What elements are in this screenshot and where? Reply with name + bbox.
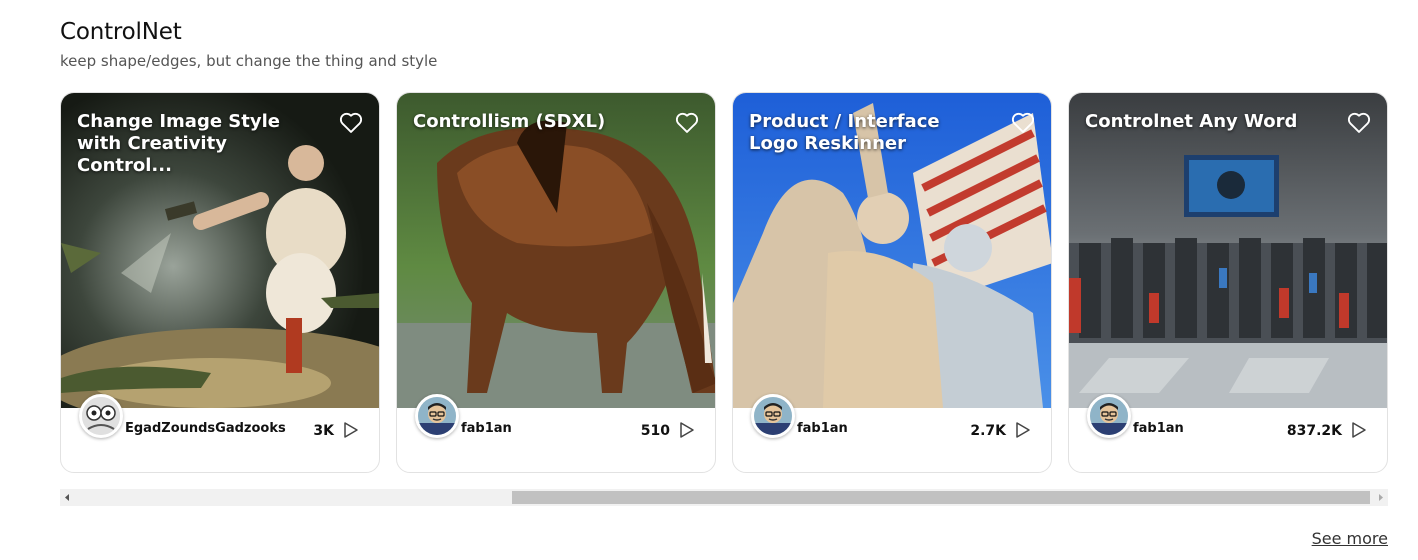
play-icon[interactable] [1351,421,1367,439]
scroll-right-arrow-icon[interactable] [1374,489,1388,506]
card-title: Controllism (SDXL) [413,111,606,132]
card-title: Change Image Style with Creativity Contr… [77,111,280,176]
play-icon[interactable] [679,421,695,439]
section-subtitle: keep shape/edges, but change the thing a… [60,52,438,70]
play-icon[interactable] [1015,421,1031,439]
author-name[interactable]: fab1an [797,421,848,436]
section-title: ControlNet [60,19,182,45]
avatar[interactable] [79,394,123,438]
heart-icon[interactable] [673,108,701,136]
avatar[interactable] [415,394,459,438]
card-thumbnail[interactable] [1069,93,1387,408]
card-title: Product / Interface Logo Reskinner [749,111,940,154]
avatar[interactable] [751,394,795,438]
scroll-left-arrow-icon[interactable] [60,489,74,506]
workflow-card[interactable]: Product / Interface Logo Reskinner fab1a… [732,92,1052,473]
run-count: 2.7K [970,423,1006,439]
author-name[interactable]: EgadZoundsGadzooks [125,421,286,436]
author-name[interactable]: fab1an [1133,421,1184,436]
heart-icon[interactable] [1345,108,1373,136]
play-icon[interactable] [343,421,359,439]
card-carousel: Change Image Style with Creativity Contr… [60,92,1390,473]
card-title: Controlnet Any Word [1085,111,1298,132]
horizontal-scrollbar[interactable] [60,489,1388,506]
workflow-card[interactable]: Change Image Style with Creativity Contr… [60,92,380,473]
workflow-card[interactable]: Controllism (SDXL) fab1an 510 [396,92,716,473]
run-count: 3K [313,423,334,439]
see-more-link[interactable]: See more [1312,529,1388,548]
author-name[interactable]: fab1an [461,421,512,436]
workflow-card[interactable]: Controlnet Any Word fab1an 837.2K [1068,92,1388,473]
scrollbar-thumb[interactable] [512,491,1370,504]
run-count: 837.2K [1286,423,1342,439]
run-count: 510 [640,423,670,439]
heart-icon[interactable] [337,108,365,136]
heart-icon[interactable] [1009,108,1037,136]
card-thumbnail[interactable] [397,93,715,408]
avatar[interactable] [1087,394,1131,438]
